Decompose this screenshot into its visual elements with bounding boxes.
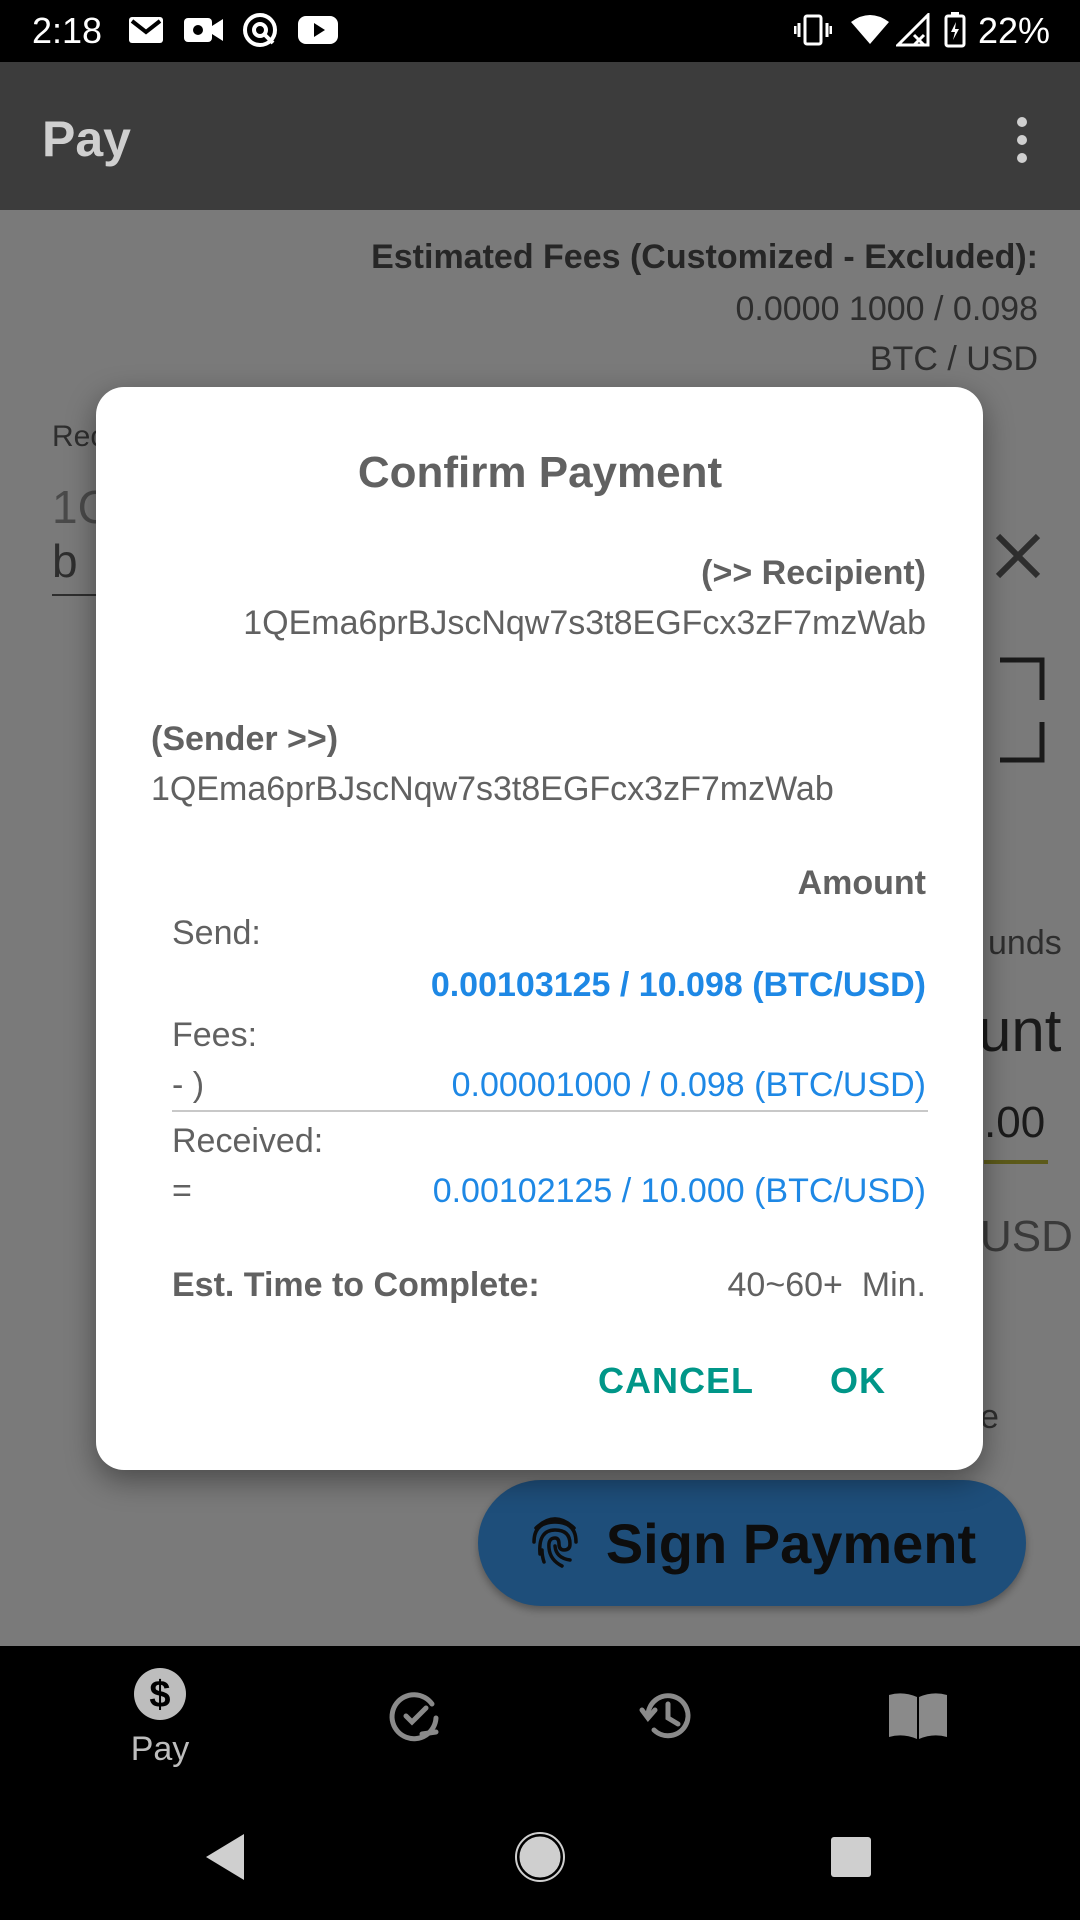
clear-icon[interactable] (990, 528, 1046, 584)
nav-item-book[interactable] (818, 1646, 1018, 1790)
recipient-label: (>> Recipient) (701, 554, 926, 592)
history-icon (638, 1688, 694, 1749)
amount-divider (172, 1110, 928, 1112)
nav-item-history[interactable] (566, 1646, 766, 1790)
send-amount: 0.00103125 / 10.098 (BTC/USD) (430, 966, 926, 1004)
signal-icon (896, 10, 930, 50)
video-call-icon (182, 10, 226, 50)
funds-label-fragment: unds (988, 924, 1062, 962)
estimated-fees-unit: BTC / USD (869, 340, 1038, 378)
app-bar (0, 62, 1080, 210)
received-operator: = (172, 1172, 192, 1210)
wifi-icon (850, 10, 890, 50)
send-label: Send: (172, 914, 261, 952)
sign-payment-button[interactable]: Sign Payment (478, 1480, 1026, 1606)
home-icon[interactable] (515, 1832, 565, 1882)
battery-percent: 22% (977, 10, 1050, 51)
youtube-icon (296, 10, 340, 50)
recents-icon[interactable] (830, 1836, 872, 1878)
back-icon[interactable] (204, 1832, 248, 1882)
amount-underline (984, 1160, 1048, 1164)
scan-qr-icon[interactable] (1000, 656, 1046, 764)
est-time-label: Est. Time to Complete: (172, 1266, 540, 1304)
vpn-icon (240, 10, 280, 50)
amount-value-fragment: .00 (984, 1098, 1046, 1147)
sender-address: 1QEma6prBJscNqw7s3t8EGFcx3zF7mzWab (151, 770, 834, 808)
svg-text:$: $ (149, 1674, 170, 1716)
cancel-button[interactable]: CANCEL (598, 1360, 754, 1402)
usd-label-fragment: USD (980, 1212, 1073, 1261)
est-time-value: 40~60+ Min. (727, 1266, 926, 1304)
vibrate-icon (794, 10, 832, 50)
fees-label: Fees: (172, 1016, 258, 1054)
amount-label-fragment: unt (978, 997, 1062, 1064)
received-label: Received: (172, 1122, 324, 1160)
fees-amount: 0.00001000 / 0.098 (BTC/USD) (451, 1066, 926, 1104)
book-icon (887, 1691, 949, 1746)
recipient-field-value-line-2: b (52, 535, 78, 587)
nav-item-label: Pay (130, 1730, 190, 1768)
estimated-fees-heading: Estimated Fees (Customized - Excluded): (371, 238, 1038, 276)
fees-operator: - ) (172, 1066, 205, 1104)
more-vert-icon[interactable] (1002, 110, 1042, 170)
receive-icon (386, 1688, 442, 1749)
received-amount: 0.00102125 / 10.000 (BTC/USD) (432, 1172, 926, 1210)
nav-item-receive[interactable] (314, 1646, 514, 1790)
estimated-fees-value: 0.0000 1000 / 0.098 (735, 290, 1039, 328)
gmail-icon (126, 10, 166, 50)
nav-item-pay[interactable]: $ Pay (60, 1646, 260, 1790)
app-title: Pay (42, 111, 131, 167)
sender-label: (Sender >>) (151, 720, 339, 758)
recipient-address: 1QEma6prBJscNqw7s3t8EGFcx3zF7mzWab (243, 604, 926, 642)
sign-payment-label: Sign Payment (605, 1511, 977, 1575)
status-time: 2:18 (32, 10, 103, 51)
fingerprint-icon (528, 1512, 582, 1575)
dialog-title: Confirm Payment (357, 448, 723, 497)
amount-heading: Amount (797, 864, 926, 902)
dollar-icon: $ (133, 1667, 187, 1726)
ok-button[interactable]: OK (830, 1360, 886, 1402)
recipient-field-underline (52, 594, 96, 596)
battery-icon (944, 10, 966, 50)
